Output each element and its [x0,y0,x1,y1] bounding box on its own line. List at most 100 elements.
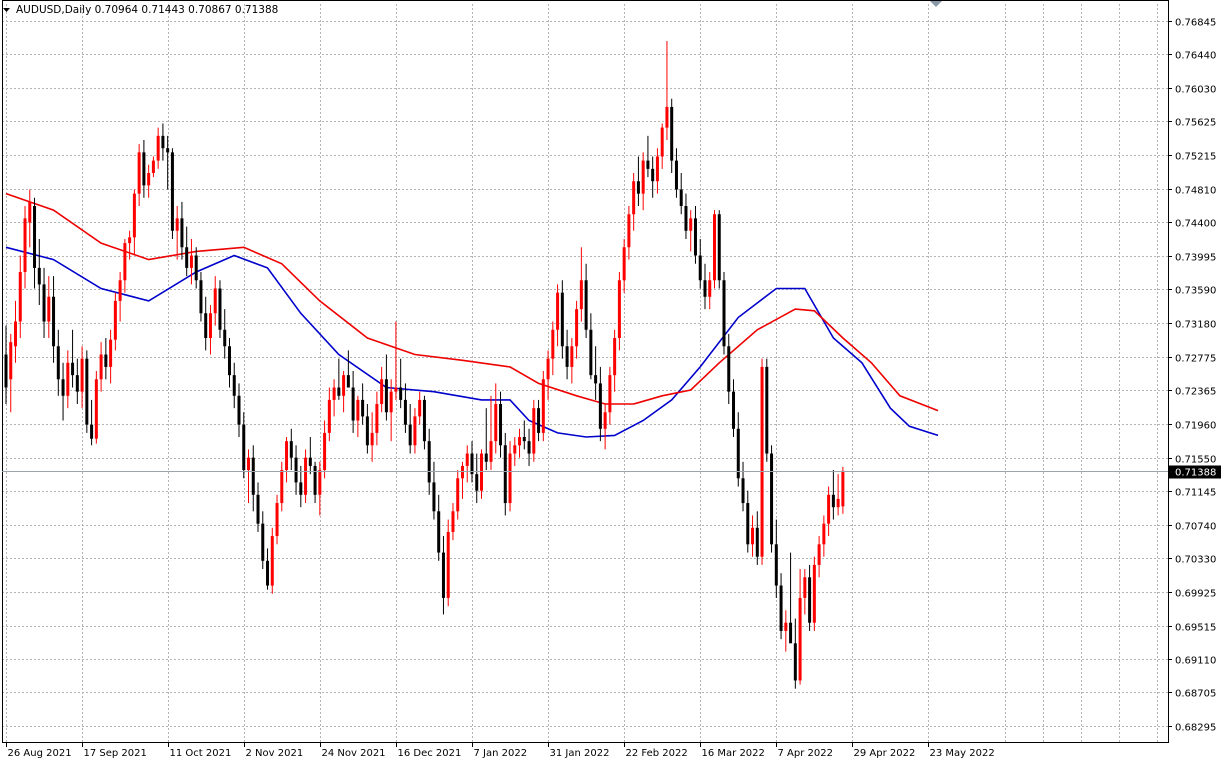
candle-body [66,362,70,396]
candle-body [408,424,412,446]
y-tick-label: 0.68295 [1175,723,1216,734]
candle-body [789,622,793,644]
candle-body [817,544,821,565]
candle-body [204,313,208,339]
candle-body [384,379,388,413]
y-tick-label: 0.68705 [1175,689,1216,700]
candle-body [4,354,8,388]
candle-body [413,416,417,446]
y-tick-label: 0.76440 [1175,51,1216,62]
y-tick-label: 0.72365 [1175,387,1216,398]
candle-body [617,280,621,339]
y-tick-label: 0.74400 [1175,219,1216,230]
candle-body [480,453,483,491]
x-tick-label: 22 Feb 2022 [626,748,688,759]
x-tick-label: 31 Jan 2022 [550,748,610,759]
candle-body [632,181,636,215]
candle-body [518,437,522,446]
candle-body [665,106,669,128]
candle-body [389,391,393,413]
candle-body [90,424,94,439]
candle-body [703,280,707,297]
candle-body [71,362,75,376]
candle-body [94,379,98,439]
candle-body [446,531,450,598]
candle-body [565,346,569,367]
candle-body [375,404,379,433]
candle-body [251,457,255,495]
candle-body [812,564,816,623]
candle-body [793,643,797,681]
candle-body [732,391,736,429]
x-tick-label: 23 May 2022 [930,748,995,759]
candle-body [85,358,89,425]
candle-body [727,346,731,392]
candle-body [570,346,574,367]
candle-body [14,321,18,347]
candle-body [822,523,826,545]
y-tick-label: 0.75625 [1175,118,1216,129]
candle-body [356,399,360,421]
candle-body [128,237,132,244]
candle-body [175,218,179,231]
candle-body [199,280,203,314]
candle-body [736,428,740,479]
candle-body [123,243,127,281]
price-chart[interactable]: 0.71388 0.76845 0.76440 0.76030 0.75625 0.75… [0,0,1227,762]
candle-body [784,622,788,631]
candle-body [342,375,346,396]
candle-body [137,152,141,194]
candle-body [113,300,117,340]
candle-body [365,416,369,446]
candle-body [751,527,755,545]
candle-body [351,387,355,421]
x-tick-label: 17 Sep 2021 [84,748,147,759]
candle-body [746,503,750,545]
candle-body [499,404,503,446]
candle-body [308,457,312,466]
candle-body [679,189,683,206]
candle-body [451,511,455,532]
chart-header: AUDUSD,Daily 0.70964 0.71443 0.70867 0.7… [3,4,278,16]
candle-body [47,296,51,322]
candle-body [56,346,60,380]
candle-body [285,441,289,471]
candle-body [437,511,441,553]
candle-body [380,379,384,405]
candle-body [603,412,607,429]
candle-body [394,387,398,392]
candle-body [99,354,103,380]
candle-body [147,172,151,186]
x-tick-label: 7 Jan 2022 [474,748,528,759]
candle-body [484,453,488,462]
candle-body [266,560,270,586]
candle-body [636,181,640,194]
candle-body [770,453,774,545]
candle-body [361,399,365,417]
candle-body [627,214,631,248]
candle-body [318,470,322,495]
candle-body [247,457,251,471]
candle-body [774,544,778,586]
candle-body [670,106,674,161]
x-tick-label: 16 Mar 2022 [702,748,765,759]
y-tick-label: 0.69515 [1175,623,1216,634]
candle-body [508,453,512,504]
candle-body [441,552,445,598]
candle-body [28,201,32,223]
y-tick-label: 0.73590 [1175,286,1216,297]
candle-body [717,214,721,281]
candle-body [803,577,807,598]
y-tick-label: 0.69925 [1175,589,1216,600]
candle-body [532,408,536,454]
candle-body [765,366,769,454]
x-tick-label: 2 Nov 2021 [246,748,304,759]
candle-body [841,470,845,507]
candle-body [180,218,184,248]
candle-body [370,432,374,446]
candle-body [712,214,716,281]
candle-body [655,156,659,182]
y-tick-label: 0.71145 [1175,488,1216,499]
candle-body [537,408,541,433]
candle-body [208,313,212,339]
